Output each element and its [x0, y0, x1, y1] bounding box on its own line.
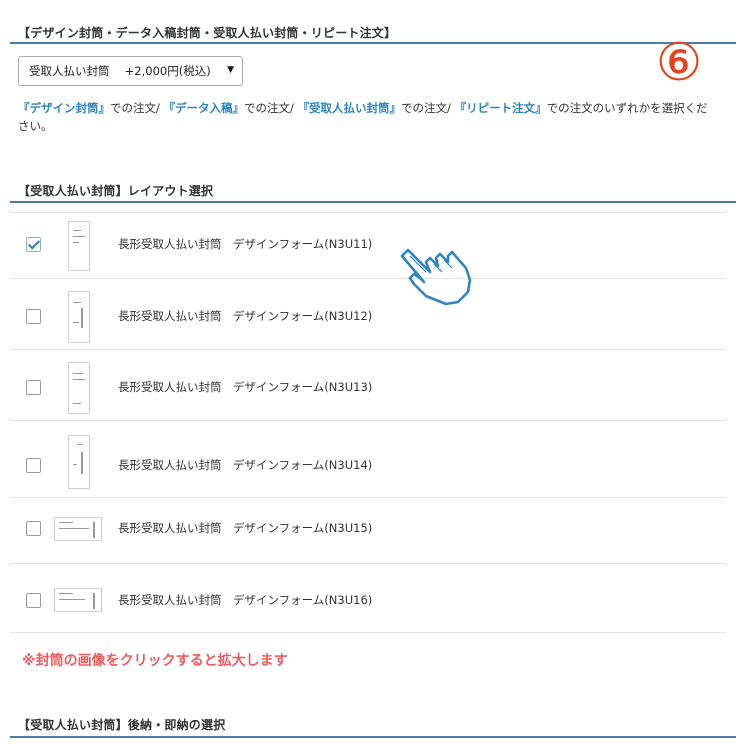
layout-checkbox[interactable] [26, 237, 41, 252]
hand-pointer-icon [400, 248, 472, 306]
layout-option-row[interactable]: 長形受取人払い封筒 デザインフォーム(N3U13) [10, 349, 726, 420]
layout-option-label: 長形受取人払い封筒 デザインフォーム(N3U11) [118, 237, 373, 251]
section-title-payment: 【受取人払い封筒】後納・即納の選択 [18, 718, 226, 732]
section-divider [10, 736, 736, 738]
layout-checkbox[interactable] [26, 309, 41, 324]
layout-option-row[interactable]: 長形受取人払い封筒 デザインフォーム(N3U14) [10, 420, 726, 497]
desc-business-reply: 『受取人払い封筒』 [297, 101, 402, 115]
envelope-type-select[interactable]: 受取人払い封筒 +2,000円(税込) ▼ [18, 56, 243, 86]
layout-option-label: 長形受取人払い封筒 デザインフォーム(N3U15) [118, 521, 373, 535]
layout-checkbox[interactable] [26, 521, 41, 536]
layout-option-label: 長形受取人払い封筒 デザインフォーム(N3U16) [118, 593, 373, 607]
section-divider [10, 201, 736, 203]
section-divider [10, 42, 736, 44]
envelope-thumbnail[interactable] [54, 588, 102, 612]
envelope-thumbnail[interactable] [68, 362, 90, 414]
desc-repeat-order: 『リピート注文』 [454, 101, 547, 115]
section-title-envelope-type: 【デザイン封筒・データ入稿封筒・受取人払い封筒・リピート注文】 [18, 26, 397, 40]
envelope-type-description: 『デザイン封筒』での注文/ 『データ入稿』での注文/ 『受取人払い封筒』での注文… [18, 99, 718, 135]
layout-list-end [10, 632, 726, 634]
desc-text: での注文/ [110, 101, 160, 115]
envelope-thumbnail[interactable] [68, 435, 90, 489]
envelope-thumbnail[interactable] [68, 291, 90, 343]
envelope-thumbnail[interactable] [68, 221, 90, 271]
layout-option-label: 長形受取人払い封筒 デザインフォーム(N3U14) [118, 458, 373, 472]
layout-checkbox[interactable] [26, 380, 41, 395]
layout-option-row[interactable]: 長形受取人払い封筒 デザインフォーム(N3U12) [10, 278, 726, 349]
layout-option-label: 長形受取人払い封筒 デザインフォーム(N3U12) [118, 309, 373, 323]
desc-design-envelope: 『デザイン封筒』 [18, 101, 110, 115]
layout-option-label: 長形受取人払い封筒 デザインフォーム(N3U13) [118, 380, 373, 394]
layout-option-row[interactable]: 長形受取人払い封筒 デザインフォーム(N3U16) [10, 563, 726, 632]
layout-checkbox[interactable] [26, 593, 41, 608]
layout-option-row[interactable]: 長形受取人払い封筒 デザインフォーム(N3U11) [10, 212, 726, 277]
envelope-type-select-value: 受取人払い封筒 +2,000円(税込) [29, 64, 211, 78]
desc-text: での注文/ [401, 101, 451, 115]
section-title-layout: 【受取人払い封筒】レイアウト選択 [18, 184, 214, 198]
step-number-badge: ⑥ [655, 33, 703, 93]
layout-checkbox[interactable] [26, 458, 41, 473]
enlarge-image-notice: ※封筒の画像をクリックすると拡大します [22, 653, 288, 669]
layout-option-row[interactable]: 長形受取人払い封筒 デザインフォーム(N3U15) [10, 497, 726, 563]
dropdown-caret-icon: ▼ [227, 65, 234, 75]
envelope-thumbnail[interactable] [54, 517, 102, 541]
desc-data-submission: 『データ入稿』 [163, 101, 245, 115]
desc-text: での注文/ [244, 101, 294, 115]
